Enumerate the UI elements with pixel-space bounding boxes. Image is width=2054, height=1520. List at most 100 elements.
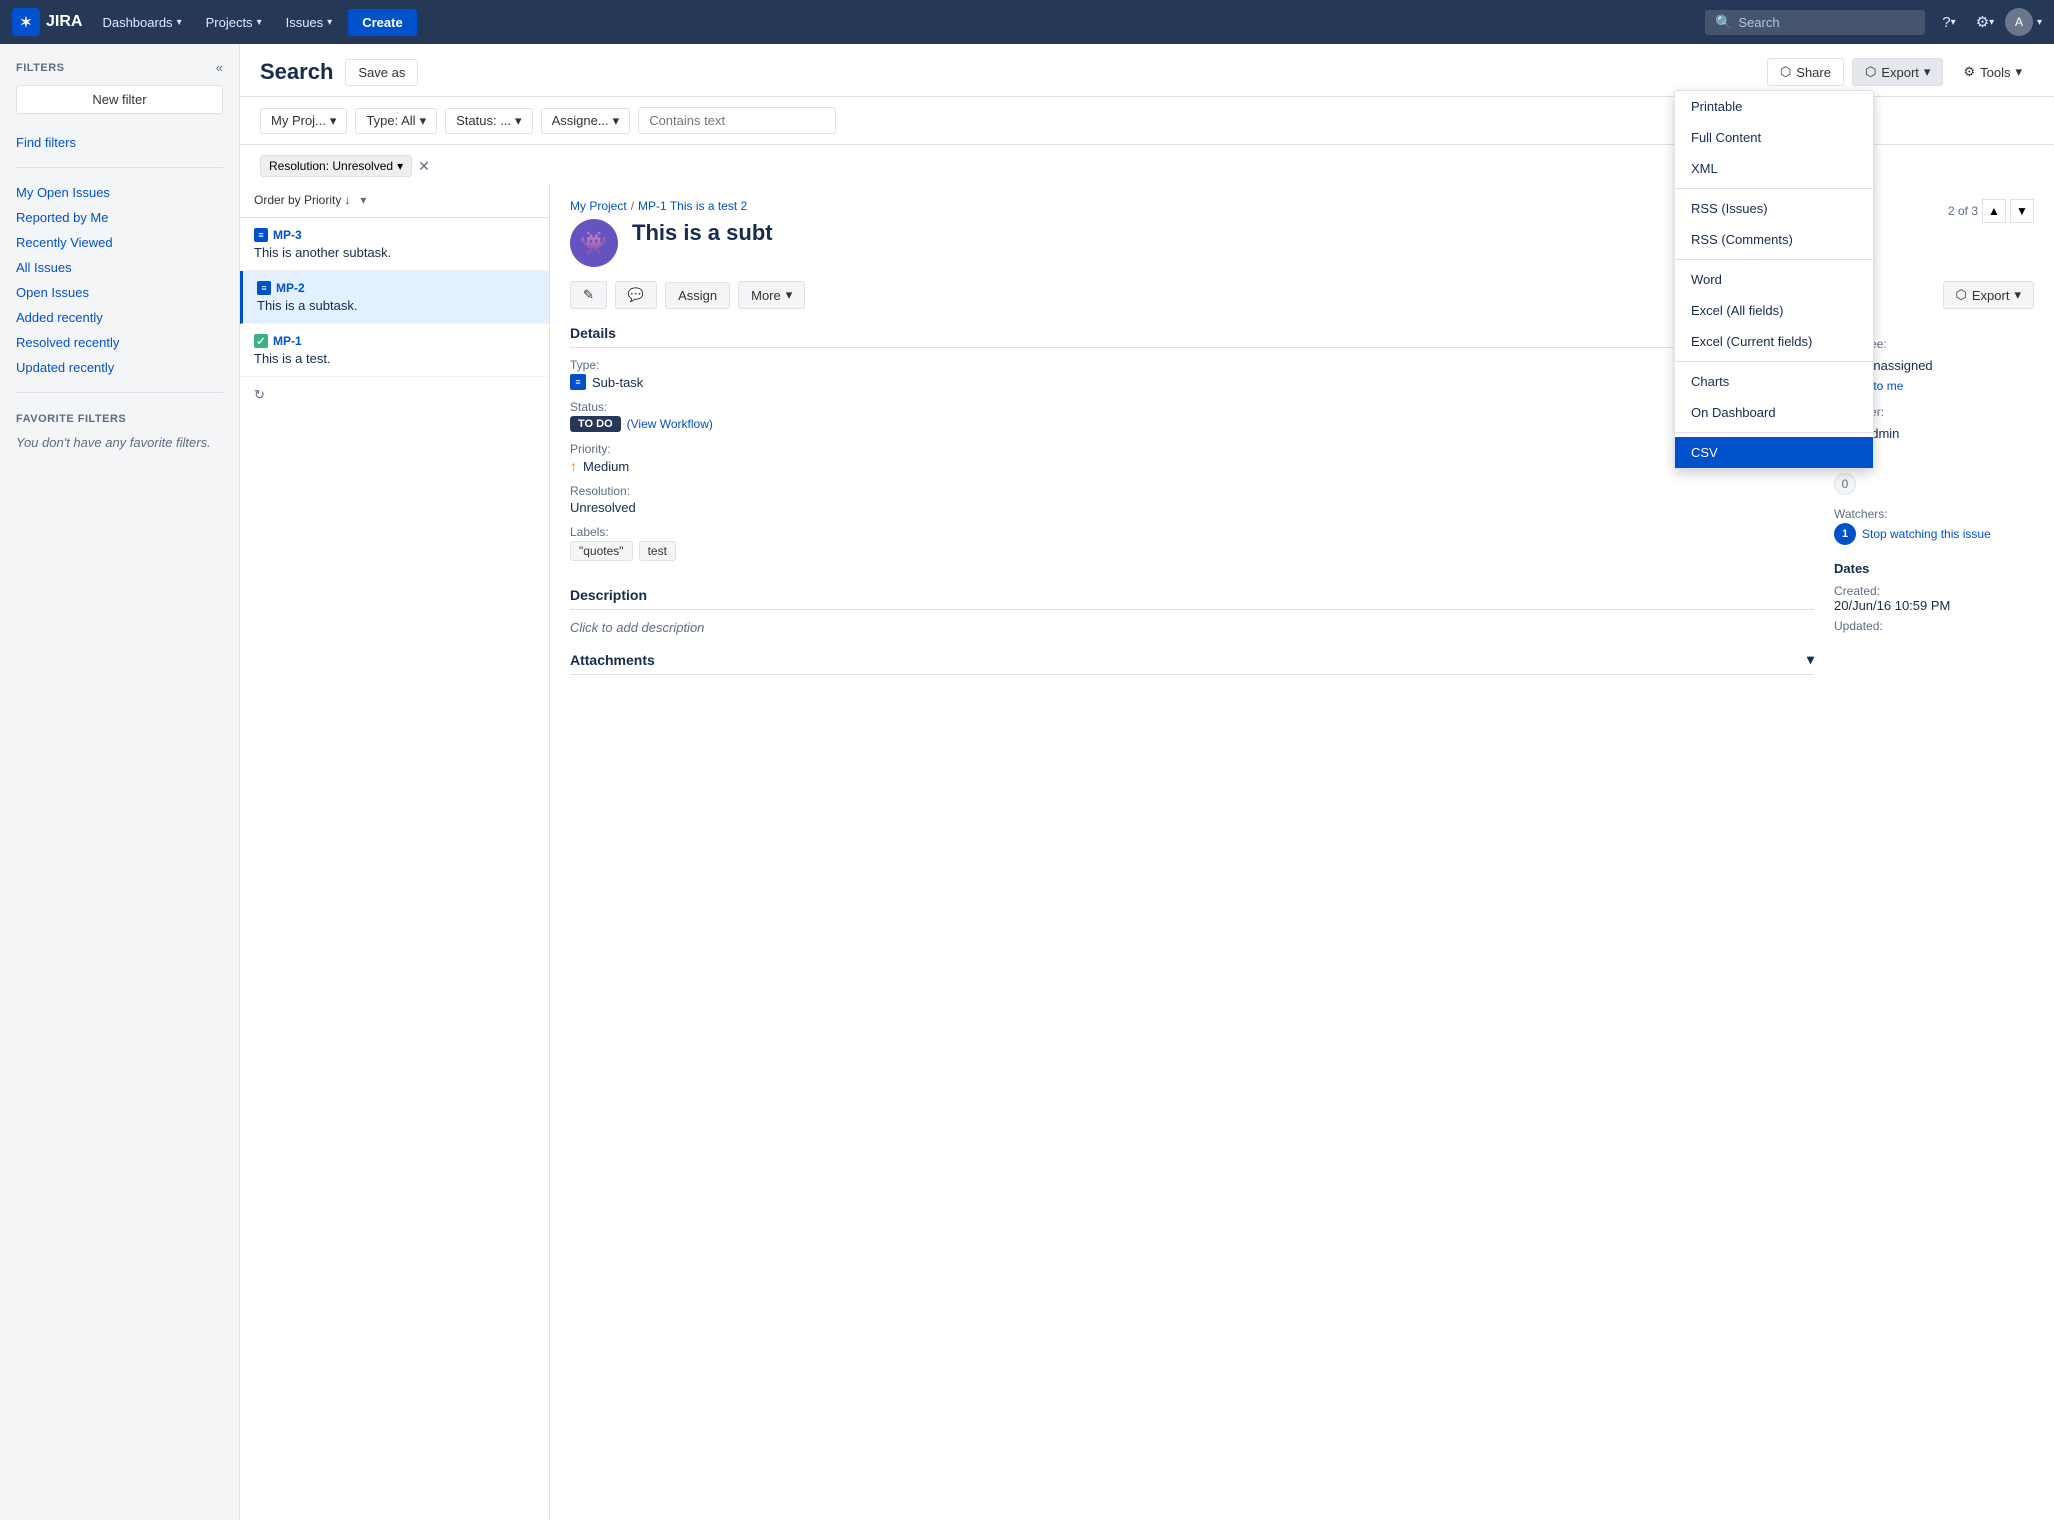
export-printable[interactable]: Printable (1675, 91, 1873, 122)
type-filter[interactable]: Type: All ▾ (355, 108, 437, 134)
dates-section: Dates Created: 20/Jun/16 10:59 PM Update… (1834, 561, 2034, 633)
nav-next-button[interactable]: ▼ (2010, 199, 2034, 223)
status-label: Status: (570, 400, 1814, 414)
clear-filter-button[interactable]: ✕ (418, 158, 430, 175)
export-rss-comments[interactable]: RSS (Comments) (1675, 224, 1873, 255)
top-navigation: ✶ JIRA Dashboards ▾ Projects ▾ Issues ▾ … (0, 0, 2054, 44)
details-section-title: Details (570, 325, 1814, 348)
description-placeholder[interactable]: Click to add description (570, 620, 1814, 635)
updated-label: Updated: (1834, 619, 2034, 633)
issue-item-mp1[interactable]: ✓ MP-1 This is a test. (240, 324, 549, 377)
create-button[interactable]: Create (348, 9, 416, 36)
sidebar-item-reported-by-me[interactable]: Reported by Me (0, 205, 239, 230)
issue-list: Order by Priority ↓ ▾ ≡ MP-3 This is ano… (240, 183, 550, 1520)
issue-nav: 2 of 3 ▲ ▼ (1948, 199, 2034, 223)
secondary-export-chevron-icon: ▾ (2014, 287, 2021, 303)
nav-icons: ? ▾ ⚙ ▾ A ▾ (1933, 6, 2042, 38)
secondary-export-button[interactable]: ⬡ Export ▾ (1943, 281, 2034, 309)
logo[interactable]: ✶ JIRA (12, 8, 82, 36)
resolution-filter-chip[interactable]: Resolution: Unresolved ▾ (260, 155, 412, 177)
more-button[interactable]: More ▾ (738, 281, 805, 309)
sidebar-item-my-open-issues[interactable]: My Open Issues (0, 180, 239, 205)
spacer (570, 571, 1814, 587)
user-avatar[interactable]: A (2005, 8, 2033, 36)
type-value: ≡ Sub-task (570, 374, 1814, 390)
page-title: Search (260, 59, 333, 85)
resolution-field: Resolution: Unresolved (570, 484, 1814, 515)
save-as-button[interactable]: Save as (345, 59, 418, 86)
dropdown-separator-2 (1675, 259, 1873, 260)
export-on-dashboard[interactable]: On Dashboard (1675, 397, 1873, 428)
stop-watching-link[interactable]: Stop watching this issue (1862, 527, 1991, 541)
comment-button[interactable]: 💬 (615, 281, 657, 309)
issue-item-mp3[interactable]: ≡ MP-3 This is another subtask. (240, 218, 549, 271)
nav-prev-button[interactable]: ▲ (1982, 199, 2006, 223)
text-search-input[interactable] (638, 107, 836, 134)
status-filter[interactable]: Status: ... ▾ (445, 108, 532, 134)
resolution-filter-chevron-icon: ▾ (397, 159, 403, 173)
priority-label: Priority: (570, 442, 1814, 456)
attachments-title: Attachments (570, 652, 655, 668)
export-csv[interactable]: CSV (1675, 437, 1873, 468)
nav-position: 2 of 3 (1948, 204, 1978, 218)
export-chevron-icon: ▾ (1924, 64, 1931, 80)
attachments-chevron-icon: ▾ (1807, 651, 1814, 668)
breadcrumb-parent[interactable]: MP-1 This is a test 2 (638, 199, 747, 213)
edit-icon: ✎ (583, 287, 594, 303)
export-button[interactable]: ⬡ Export ▾ (1852, 58, 1943, 86)
label-quotes: "quotes" (570, 541, 633, 561)
project-filter[interactable]: My Proj... ▾ (260, 108, 347, 134)
type-field: Type: ≡ Sub-task (570, 358, 1814, 390)
comment-icon: 💬 (628, 287, 644, 303)
search-input[interactable] (1738, 15, 1898, 30)
sidebar-divider-1 (16, 167, 223, 168)
type-label: Type: (570, 358, 1814, 372)
export-rss-issues[interactable]: RSS (Issues) (1675, 193, 1873, 224)
edit-button[interactable]: ✎ (570, 281, 607, 309)
sidebar-item-open-issues[interactable]: Open Issues (0, 280, 239, 305)
global-search[interactable]: 🔍 (1705, 10, 1925, 35)
share-icon: ⬡ (1780, 64, 1791, 80)
export-full-content[interactable]: Full Content (1675, 122, 1873, 153)
created-value: 20/Jun/16 10:59 PM (1834, 598, 2034, 613)
watchers-label: Watchers: (1834, 507, 2034, 521)
share-button[interactable]: ⬡ Share (1767, 58, 1844, 86)
order-options-button[interactable]: ▾ (360, 193, 366, 207)
sidebar-item-recently-viewed[interactable]: Recently Viewed (0, 230, 239, 255)
sidebar: FILTERS « New filter Find filters My Ope… (0, 44, 240, 1520)
new-filter-button[interactable]: New filter (16, 85, 223, 114)
sidebar-find-filters[interactable]: Find filters (0, 130, 239, 155)
tools-button[interactable]: ⚙ Tools ▾ (1951, 59, 2034, 85)
issue-item-mp2[interactable]: ≡ MP-2 This is a subtask. (240, 271, 549, 324)
export-excel-all[interactable]: Excel (All fields) (1675, 295, 1873, 326)
export-excel-current[interactable]: Excel (Current fields) (1675, 326, 1873, 357)
detail-left: Details Type: ≡ Sub-task Status: TO DO (570, 325, 1814, 675)
sidebar-item-all-issues[interactable]: All Issues (0, 255, 239, 280)
sidebar-collapse-button[interactable]: « (216, 60, 223, 75)
nav-issues[interactable]: Issues ▾ (274, 0, 345, 44)
order-by-dropdown[interactable]: Order by Priority ↓ (254, 193, 350, 207)
view-workflow-link[interactable]: (View Workflow) (627, 417, 713, 431)
export-xml[interactable]: XML (1675, 153, 1873, 184)
assign-button[interactable]: Assign (665, 282, 730, 309)
issue-list-header: Order by Priority ↓ ▾ (240, 183, 549, 218)
attachments-header: Attachments ▾ (570, 651, 1814, 675)
nav-projects[interactable]: Projects ▾ (194, 0, 274, 44)
sidebar-item-added-recently[interactable]: Added recently (0, 305, 239, 330)
export-charts[interactable]: Charts (1675, 366, 1873, 397)
settings-button[interactable]: ⚙ ▾ (1969, 6, 2001, 38)
export-word[interactable]: Word (1675, 264, 1873, 295)
breadcrumb-project[interactable]: My Project (570, 199, 627, 213)
more-chevron-icon: ▾ (786, 287, 793, 303)
type-icon: ≡ (570, 374, 586, 390)
nav-dashboards[interactable]: Dashboards ▾ (90, 0, 193, 44)
status-value: TO DO (View Workflow) (570, 416, 1814, 432)
sidebar-item-updated-recently[interactable]: Updated recently (0, 355, 239, 380)
description-section-title: Description (570, 587, 1814, 610)
assignee-filter[interactable]: Assigne... ▾ (541, 108, 631, 134)
sidebar-item-resolved-recently[interactable]: Resolved recently (0, 330, 239, 355)
labels-label: Labels: (570, 525, 1814, 539)
issue-list-footer: ↻ (240, 377, 549, 413)
help-button[interactable]: ? ▾ (1933, 6, 1965, 38)
dates-title: Dates (1834, 561, 2034, 576)
